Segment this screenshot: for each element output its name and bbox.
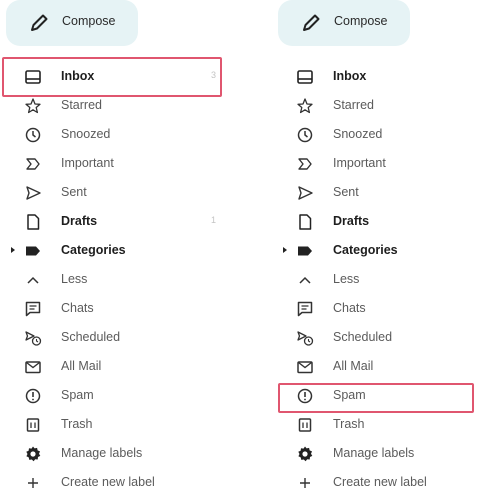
nav-item-spam[interactable]: Spam bbox=[0, 381, 230, 410]
highlight-box-inbox bbox=[2, 57, 222, 97]
nav-label: Spam bbox=[61, 388, 94, 402]
nav-item-categories[interactable]: Categories bbox=[272, 236, 480, 265]
nav-label: Important bbox=[61, 156, 114, 170]
label-icon bbox=[296, 242, 314, 260]
nav-label: Chats bbox=[61, 301, 94, 315]
nav-label: Important bbox=[333, 156, 386, 170]
compose-button[interactable]: Compose bbox=[6, 0, 138, 46]
draft-icon bbox=[24, 213, 42, 231]
nav-label: Less bbox=[333, 272, 360, 286]
highlight-box-spam bbox=[278, 383, 474, 413]
nav-label: Categories bbox=[333, 243, 398, 257]
chat-icon bbox=[24, 300, 42, 318]
nav-label: Starred bbox=[61, 98, 102, 112]
nav-item-create-new-label[interactable]: Create new label bbox=[272, 468, 480, 497]
expand-arrow-icon[interactable] bbox=[10, 245, 16, 255]
label-icon bbox=[24, 242, 42, 260]
nav-item-snoozed[interactable]: Snoozed bbox=[272, 120, 480, 149]
nav-item-less[interactable]: Less bbox=[272, 265, 480, 294]
nav-label: Trash bbox=[61, 417, 93, 431]
nav-label: Sent bbox=[333, 185, 359, 199]
send-icon bbox=[24, 184, 42, 202]
compose-button[interactable]: Compose bbox=[278, 0, 410, 46]
nav-item-manage-labels[interactable]: Manage labels bbox=[272, 439, 480, 468]
nav-label: Sent bbox=[61, 185, 87, 199]
compose-label: Compose bbox=[334, 14, 388, 28]
nav-item-trash[interactable]: Trash bbox=[0, 410, 230, 439]
chevron-up-icon bbox=[24, 271, 42, 289]
spam-icon bbox=[24, 387, 42, 405]
trash-icon bbox=[296, 416, 314, 434]
plus-icon bbox=[296, 474, 314, 492]
nav-item-chats[interactable]: Chats bbox=[0, 294, 230, 323]
nav-item-scheduled[interactable]: Scheduled bbox=[272, 323, 480, 352]
nav-item-scheduled[interactable]: Scheduled bbox=[0, 323, 230, 352]
chevron-up-icon bbox=[296, 271, 314, 289]
nav-label: Manage labels bbox=[61, 446, 143, 460]
star-icon bbox=[296, 97, 314, 115]
nav-item-manage-labels[interactable]: Manage labels bbox=[0, 439, 230, 468]
nav-label: Drafts bbox=[61, 214, 98, 228]
inbox-icon bbox=[296, 68, 314, 86]
nav-label: Create new label bbox=[333, 475, 427, 489]
gear-icon bbox=[24, 445, 42, 463]
nav-label: Drafts bbox=[333, 214, 370, 228]
nav-label: Inbox bbox=[333, 69, 367, 83]
nav-item-categories[interactable]: Categories bbox=[0, 236, 230, 265]
nav-label: Create new label bbox=[61, 475, 155, 489]
nav-label: Scheduled bbox=[61, 330, 121, 344]
nav-item-drafts[interactable]: Drafts bbox=[272, 207, 480, 236]
nav-item-important[interactable]: Important bbox=[272, 149, 480, 178]
pencil-icon bbox=[300, 12, 322, 34]
important-icon bbox=[296, 155, 314, 173]
nav-item-important[interactable]: Important bbox=[0, 149, 230, 178]
nav-item-chats[interactable]: Chats bbox=[272, 294, 480, 323]
nav-label: Categories bbox=[61, 243, 126, 257]
nav-label: Manage labels bbox=[333, 446, 415, 460]
pencil-icon bbox=[28, 12, 50, 34]
nav-item-all-mail[interactable]: All Mail bbox=[272, 352, 480, 381]
trash-icon bbox=[24, 416, 42, 434]
compose-label: Compose bbox=[62, 14, 116, 28]
plus-icon bbox=[24, 474, 42, 492]
scheduled-icon bbox=[296, 329, 314, 347]
mail-icon bbox=[296, 358, 314, 376]
chat-icon bbox=[296, 300, 314, 318]
nav-label: Starred bbox=[333, 98, 374, 112]
nav-item-starred[interactable]: Starred bbox=[272, 91, 480, 120]
nav-item-create-new-label[interactable]: Create new label bbox=[0, 468, 230, 497]
nav-label: All Mail bbox=[333, 359, 374, 373]
nav-label: Trash bbox=[333, 417, 365, 431]
star-icon bbox=[24, 97, 42, 115]
mail-icon bbox=[24, 358, 42, 376]
draft-count: 1 bbox=[210, 215, 216, 225]
nav-label: Chats bbox=[333, 301, 366, 315]
send-icon bbox=[296, 184, 314, 202]
clock-icon bbox=[24, 126, 42, 144]
draft-icon bbox=[296, 213, 314, 231]
nav-label: All Mail bbox=[61, 359, 102, 373]
nav-item-all-mail[interactable]: All Mail bbox=[0, 352, 230, 381]
nav-item-drafts[interactable]: Drafts 1 bbox=[0, 207, 230, 236]
right-nav-panel: Compose Inbox Starred Snoozed Important … bbox=[272, 0, 480, 496]
important-icon bbox=[24, 155, 42, 173]
nav-label: Snoozed bbox=[61, 127, 111, 141]
scheduled-icon bbox=[24, 329, 42, 347]
nav-item-inbox[interactable]: Inbox bbox=[272, 62, 480, 91]
clock-icon bbox=[296, 126, 314, 144]
nav-label: Less bbox=[61, 272, 88, 286]
nav-item-trash[interactable]: Trash bbox=[272, 410, 480, 439]
left-nav-panel: Compose Inbox 3 Starred Snoozed Importan… bbox=[0, 0, 230, 496]
expand-arrow-icon[interactable] bbox=[282, 245, 288, 255]
nav-item-less[interactable]: Less bbox=[0, 265, 230, 294]
nav-label: Snoozed bbox=[333, 127, 383, 141]
nav-label: Scheduled bbox=[333, 330, 393, 344]
gear-icon bbox=[296, 445, 314, 463]
nav-item-sent[interactable]: Sent bbox=[272, 178, 480, 207]
nav-item-snoozed[interactable]: Snoozed bbox=[0, 120, 230, 149]
nav-item-sent[interactable]: Sent bbox=[0, 178, 230, 207]
